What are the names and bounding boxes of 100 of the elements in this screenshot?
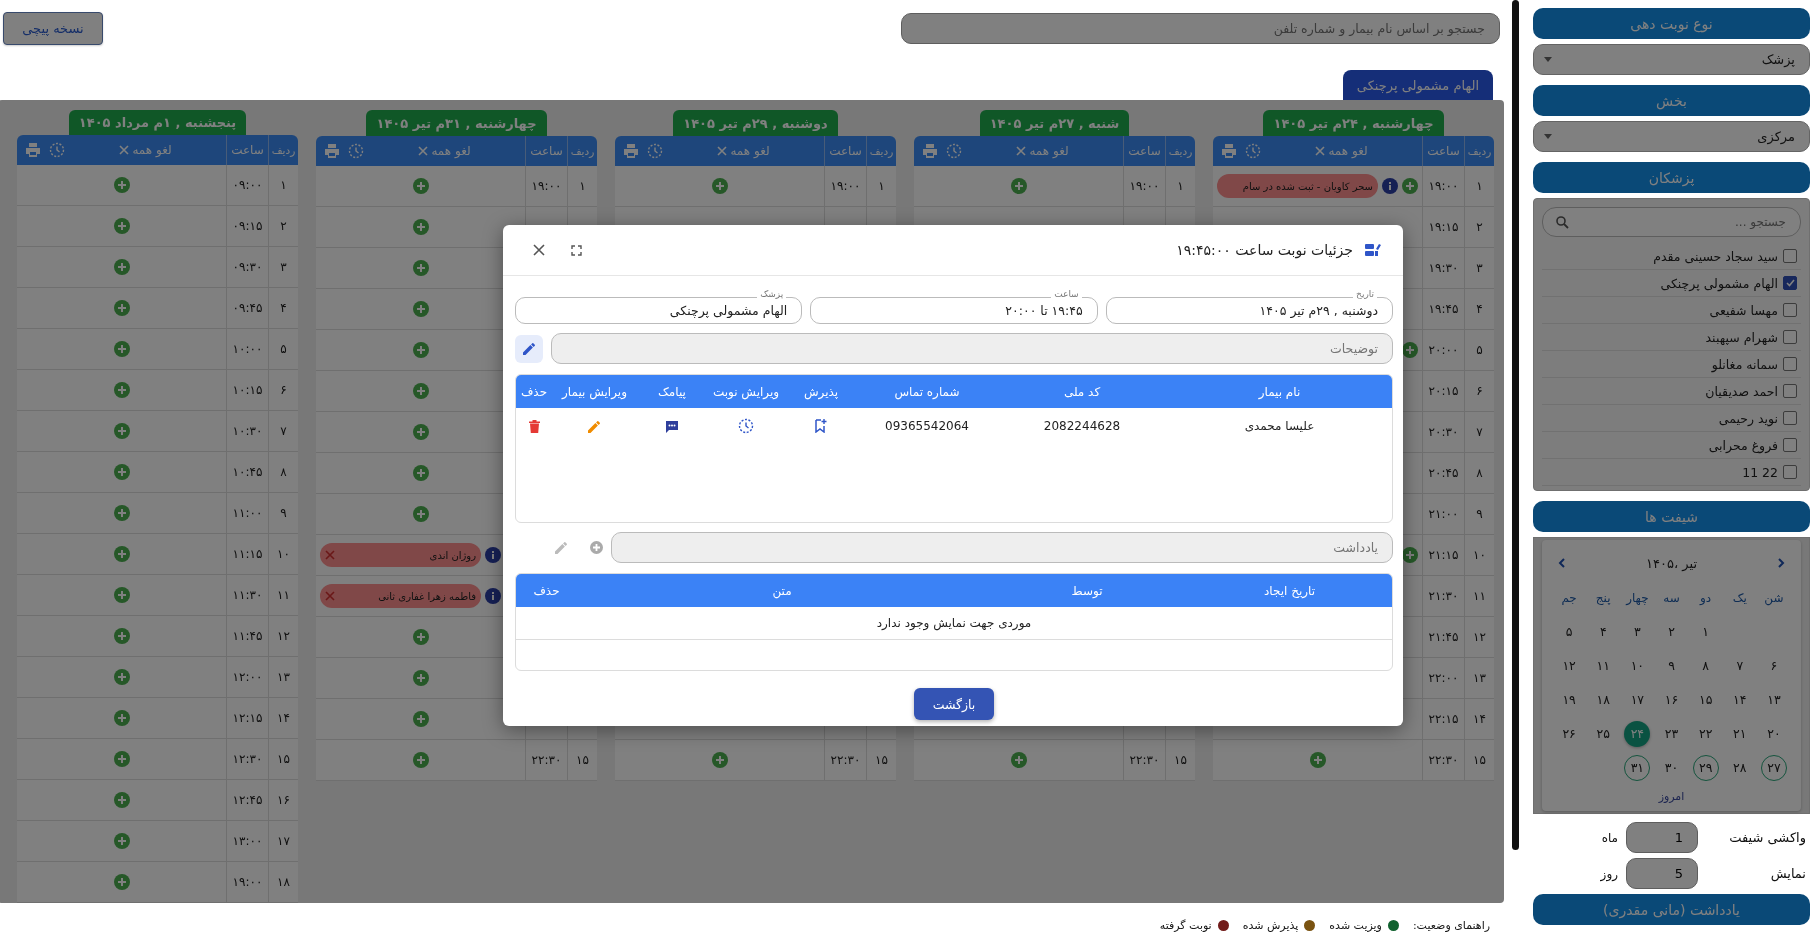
calendar-day[interactable]: ۱۹ [1556, 686, 1583, 713]
calendar-day[interactable]: ۹ [1658, 652, 1685, 679]
doctor-name[interactable]: شهرام سپهبند [1705, 329, 1778, 345]
cancel-all-button[interactable]: لغو همه [119, 143, 172, 157]
calendar-day[interactable]: ۲۵ [1590, 720, 1617, 747]
calendar-day[interactable]: ۱۰ [1624, 652, 1651, 679]
prescription-button[interactable]: نسخه پیچی [3, 12, 103, 45]
calendar-day[interactable]: ۵ [1556, 618, 1583, 645]
doctor-name[interactable]: نوید رحیمی [1718, 410, 1778, 426]
plus-icon[interactable] [1402, 547, 1418, 563]
dropdown[interactable]: مرکزی [1533, 121, 1810, 152]
add-circle-icon[interactable] [590, 541, 603, 554]
weekday-label: جم [1560, 590, 1578, 607]
note-field[interactable]: یادداشت [611, 532, 1393, 563]
search-field[interactable]: جستجو ... [1542, 207, 1801, 237]
printer-icon[interactable] [922, 143, 938, 159]
text-field[interactable]: ۱۹:۴۵ تا ۲۰:۰۰ [810, 297, 1098, 324]
calendar-day[interactable]: ۶ [1760, 652, 1787, 679]
checkbox[interactable] [1783, 438, 1797, 452]
calendar-day[interactable]: ۲۳ [1658, 720, 1685, 747]
checkbox[interactable] [1783, 249, 1797, 263]
row-number: ۱ [1165, 166, 1195, 206]
doctor-name[interactable]: 22 11 [1742, 464, 1778, 480]
checkbox[interactable] [1783, 276, 1797, 290]
row-number: ۱۱ [268, 575, 298, 615]
calendar-day[interactable]: ۱۱ [1590, 652, 1617, 679]
info-icon[interactable] [485, 588, 501, 604]
row-number: ۱۶ [268, 780, 298, 820]
calendar-day[interactable]: ۱۵ [1692, 686, 1719, 713]
time-cell: ۲۲:۳۰ [1123, 740, 1165, 780]
checkbox[interactable] [1783, 303, 1797, 317]
close-icon[interactable] [533, 244, 545, 256]
today-link[interactable]: امروز [1552, 790, 1791, 803]
doctor-name[interactable]: سید سجاد حسینی مقدم [1653, 248, 1778, 264]
column-header: ویرایش نوبت [711, 383, 781, 402]
row-number: ۱۰ [268, 534, 298, 574]
fullscreen-icon[interactable] [571, 244, 582, 256]
checkbox[interactable] [1783, 411, 1797, 425]
number-field[interactable]: 1 [1626, 822, 1698, 853]
plus-icon[interactable] [1402, 342, 1418, 358]
printer-icon[interactable] [1221, 143, 1237, 159]
calendar-day[interactable]: ۳۰ [1658, 754, 1685, 781]
info-icon[interactable] [485, 547, 501, 563]
calendar-day[interactable]: ۲۰ [1760, 720, 1787, 747]
info-icon[interactable] [1382, 178, 1398, 194]
printer-icon[interactable] [623, 143, 639, 159]
cancel-all-button[interactable]: لغو همه [1016, 144, 1069, 158]
row-number: ۱۰ [1464, 535, 1494, 575]
pencil-icon[interactable] [555, 541, 568, 554]
calendar-day[interactable]: ۲۸ [1726, 754, 1753, 781]
clock-icon[interactable] [738, 418, 754, 434]
checkbox[interactable] [1783, 357, 1797, 371]
calendar-day[interactable]: ۱۴ [1726, 686, 1753, 713]
bookmark-plus-icon[interactable] [815, 419, 827, 433]
calendar-day[interactable]: ۱۸ [1590, 686, 1617, 713]
number-field[interactable]: 5 [1626, 858, 1698, 889]
chat-icon[interactable] [665, 419, 679, 433]
doctor-name[interactable]: الهام مشمولی پرچنکی [1660, 275, 1778, 291]
appointment-chip[interactable]: سحر کاویان - ثبت شده در سام [1217, 174, 1378, 198]
column-header: ویرایش بیمار [560, 383, 628, 402]
appointment-chip[interactable]: فاطمه زهرا غفاری ثانی [320, 584, 481, 608]
calendar-day[interactable]: ۳ [1624, 618, 1651, 645]
calendar-day[interactable]: ۱۶ [1658, 686, 1685, 713]
calendar-day[interactable]: ۱۷ [1624, 686, 1651, 713]
time-cell: ۱۹:۰۰ [525, 166, 567, 206]
calendar-day[interactable]: ۲۶ [1556, 720, 1583, 747]
calendar-day[interactable]: ۲۱ [1726, 720, 1753, 747]
page-scrollbar[interactable] [1512, 0, 1519, 850]
description-field[interactable]: توضیحات [551, 333, 1393, 364]
chevron-left-icon[interactable] [1558, 558, 1565, 568]
calendar-day[interactable]: ۷ [1726, 652, 1753, 679]
pencil-icon[interactable] [588, 419, 601, 433]
calendar-day[interactable]: ۲ [1658, 618, 1685, 645]
search-field[interactable]: جستجو بر اساس نام بیمار و شماره تلفن [901, 13, 1500, 44]
doctor-name[interactable]: فروغ محرابی [1708, 437, 1778, 453]
cancel-all-button[interactable]: لغو همه [418, 144, 471, 158]
doctor-name[interactable]: احمد صدیقیان [1705, 383, 1778, 399]
calendar-day[interactable]: ۲۲ [1692, 720, 1719, 747]
dropdown[interactable]: پزشک [1533, 44, 1810, 75]
calendar-day[interactable]: ۱۳ [1760, 686, 1787, 713]
checkbox[interactable] [1783, 330, 1797, 344]
time-cell: ۱۰:۳۰ [226, 411, 268, 451]
doctor-tab[interactable]: الهام مشمولی پرچنکی [1342, 70, 1493, 100]
calendar-day[interactable]: ۸ [1692, 652, 1719, 679]
doctor-name[interactable]: سمانه مغانلو [1711, 356, 1778, 372]
chevron-right-icon[interactable] [1778, 558, 1785, 568]
appointment-chip[interactable]: روژان اندی [320, 543, 481, 567]
printer-icon[interactable] [324, 143, 340, 159]
checkbox[interactable] [1783, 384, 1797, 398]
calendar-day[interactable]: ۴ [1590, 618, 1617, 645]
doctor-name[interactable]: مهسا شفیعی [1709, 302, 1778, 318]
back-button[interactable]: بازگشت [914, 688, 994, 720]
checkbox[interactable] [1783, 465, 1797, 479]
cancel-all-button[interactable]: لغو همه [717, 144, 770, 158]
edit-button[interactable] [515, 334, 543, 363]
calendar-day[interactable]: ۱۲ [1556, 652, 1583, 679]
trash-icon[interactable] [528, 419, 540, 433]
printer-icon[interactable] [25, 142, 41, 158]
calendar-day[interactable]: ۱ [1692, 618, 1719, 645]
cancel-all-button[interactable]: لغو همه [1315, 144, 1368, 158]
